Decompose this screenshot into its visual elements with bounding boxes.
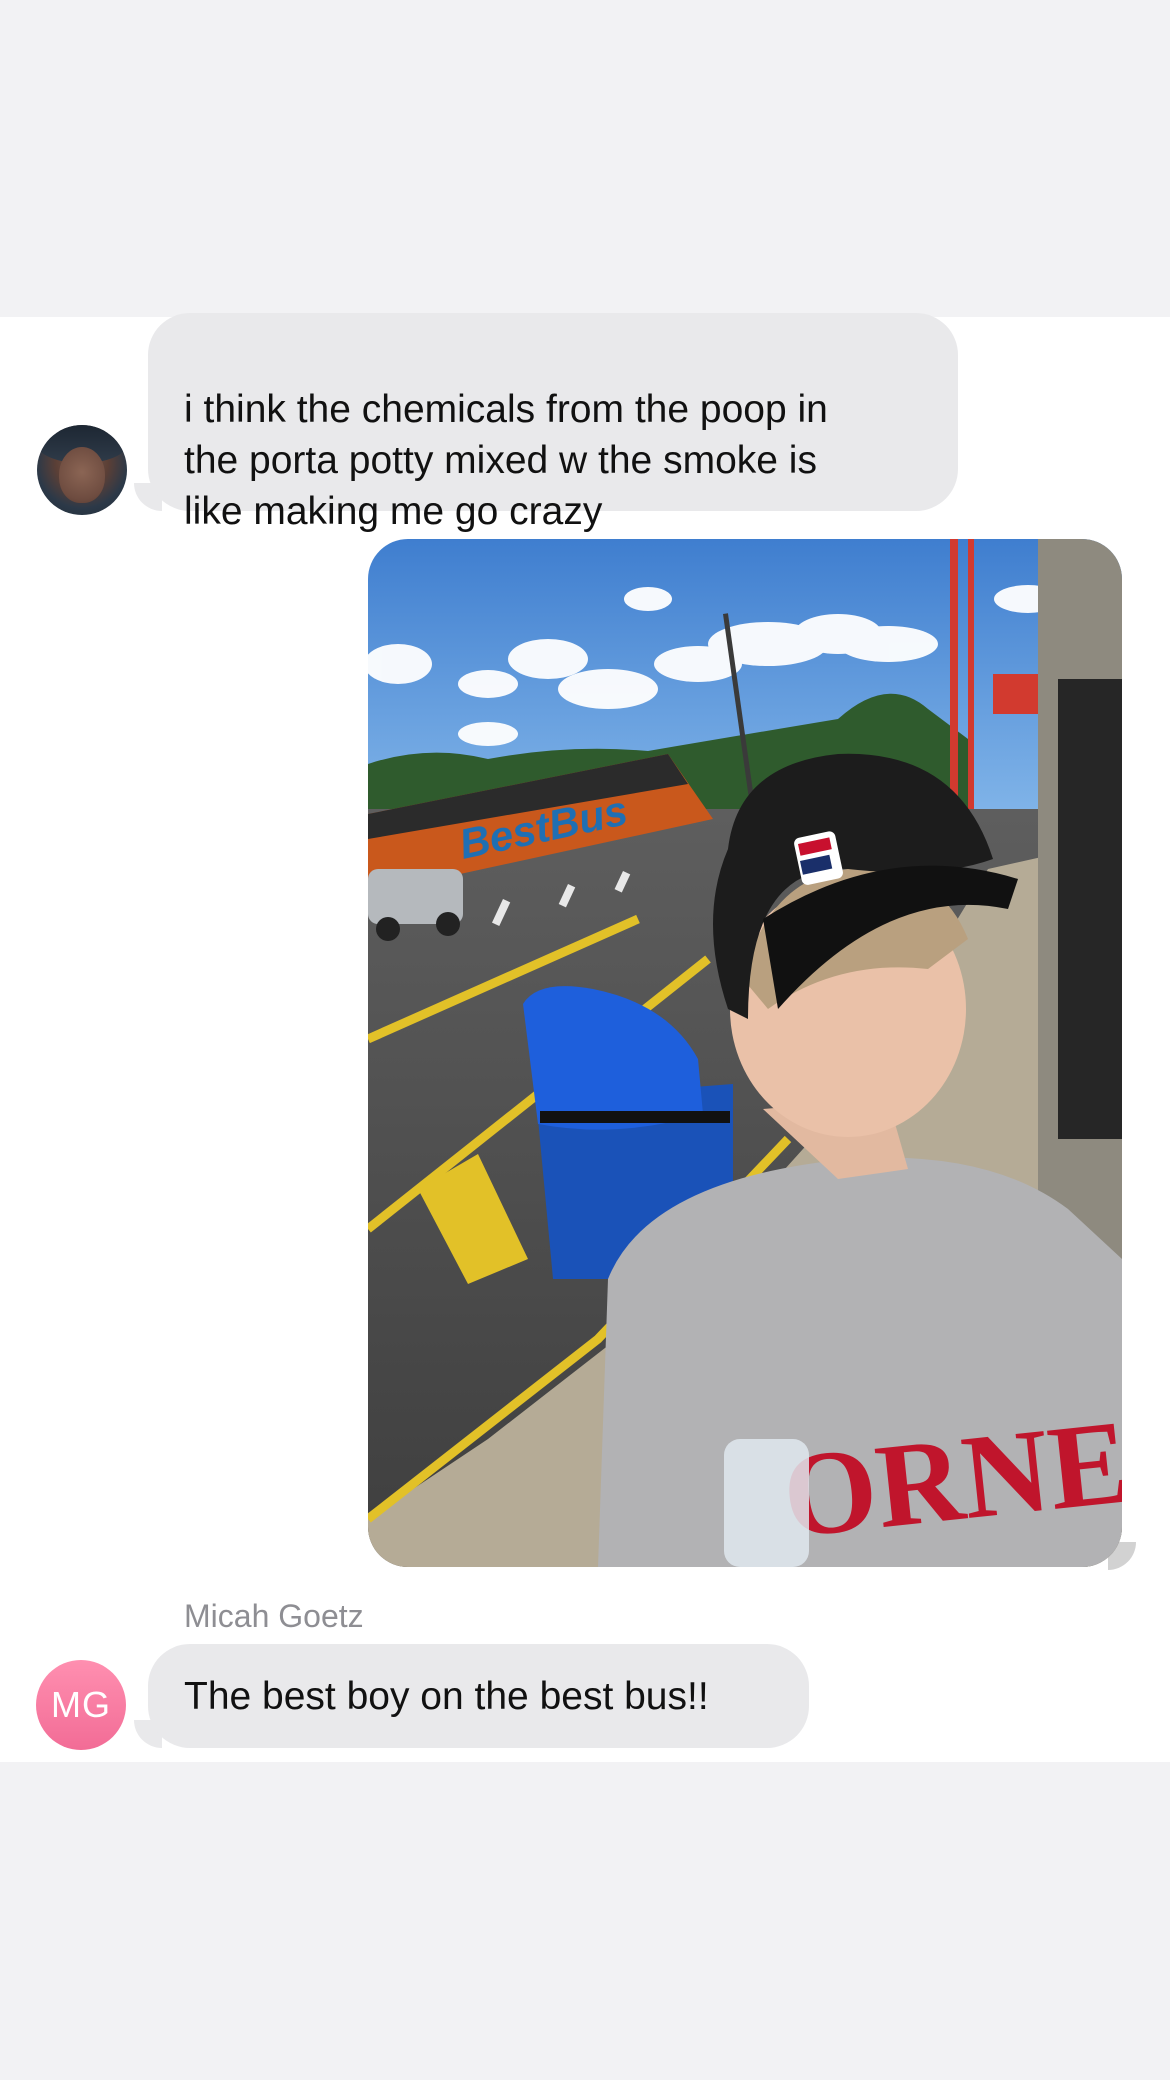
message-text: The best boy on the best bus!! [184,1674,709,1718]
photo-message[interactable]: BestBus ORNELL [368,539,1122,1567]
avatar-initials: MG [51,1684,111,1725]
contact-avatar[interactable] [37,425,127,515]
water-bottle [724,1439,809,1567]
vending-machine [1058,679,1122,1139]
incoming-message-bubble[interactable]: The best boy on the best bus!! [148,1644,809,1748]
incoming-message-bubble[interactable]: i think the chemicals from the poop in t… [148,313,958,533]
avatar-face [59,447,105,503]
contact-avatar[interactable]: MG [36,1660,126,1750]
sender-name: Micah Goetz [184,1598,364,1634]
